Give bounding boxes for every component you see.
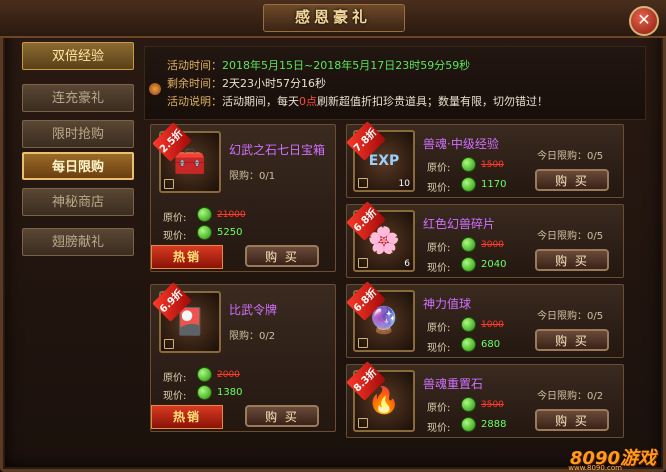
item-thumbnail[interactable]: 🧰 2.5折 — [152, 122, 221, 193]
original-price: 21000 — [217, 210, 246, 220]
sidebar-item-daily-limit[interactable]: 每日限购 — [22, 152, 134, 180]
daily-limit: 今日限购：0/5 — [537, 151, 604, 162]
original-price: 1000 — [481, 320, 504, 330]
item-card: 🎴 6.9折 比武令牌 限购：0/2 原价: 2000 现价: 1380 热销 … — [150, 282, 336, 432]
item-card: 🔮 6.8折 神力值球 原价: 1000 现价: 680 今日限购：0/5 购 … — [346, 281, 624, 358]
hot-sale-badge: 热销 — [151, 405, 223, 429]
original-price-label: 原价: — [163, 373, 187, 384]
original-price-label: 原价: — [427, 243, 451, 254]
currency-coin-icon — [461, 317, 476, 332]
event-info-box: 活动时间：2018年5月15日~2018年5月17日23时59分59秒 剩余时间… — [144, 46, 646, 120]
currency-coin-icon — [197, 207, 212, 222]
current-price: 2888 — [481, 419, 507, 430]
original-price: 3500 — [481, 400, 504, 410]
item-thumbnail[interactable]: 🔮 6.8折 — [346, 281, 415, 352]
event-desc-label: 活动说明： — [167, 95, 222, 108]
item-thumbnail[interactable]: 🔥 8.3折 — [346, 361, 415, 432]
purchase-limit: 限购：0/1 — [229, 171, 276, 182]
daily-limit: 今日限购：0/5 — [537, 311, 604, 322]
currency-coin-icon — [197, 385, 212, 400]
event-desc-row: 活动说明：活动期间，每天0点刷新超值折扣珍贵道具；数量有限，切勿错过！ — [167, 93, 548, 109]
item-card: 🔥 8.3折 兽魂重置石 原价: 3500 现价: 2888 今日限购：0/2 … — [346, 361, 624, 438]
item-name: 比武令牌 — [229, 303, 278, 317]
current-price-label: 现价: — [163, 231, 187, 242]
event-desc-post: 刷新超值折扣珍贵道具；数量有限，切勿错过！ — [317, 95, 548, 108]
bound-lock-icon — [164, 179, 174, 189]
currency-coin-icon — [461, 397, 476, 412]
bound-lock-icon — [358, 338, 368, 348]
currency-coin-icon — [461, 337, 476, 352]
bound-lock-icon — [164, 339, 174, 349]
buy-button[interactable]: 购 买 — [535, 329, 609, 351]
currency-coin-icon — [197, 225, 212, 240]
item-quantity: 10 — [398, 179, 410, 189]
remaining-time-value: 2天23小时57分16秒 — [222, 77, 326, 90]
event-time-row: 活动时间：2018年5月15日~2018年5月17日23时59分59秒 — [167, 57, 470, 73]
event-time-label: 活动时间： — [167, 59, 222, 72]
current-price: 1380 — [217, 387, 243, 398]
sidebar-item-wing-gift[interactable]: 翅膀献礼 — [22, 228, 134, 256]
buy-button[interactable]: 购 买 — [535, 409, 609, 431]
daily-limit: 今日限购：0/5 — [537, 231, 604, 242]
original-price: 2000 — [217, 370, 240, 380]
hot-sale-badge: 热销 — [151, 245, 223, 269]
original-price-label: 原价: — [427, 403, 451, 414]
event-desc-pre: 活动期间，每天 — [222, 95, 299, 108]
currency-coin-icon — [197, 367, 212, 382]
item-quantity: 6 — [404, 259, 410, 269]
item-card: 🌸 6.8折 6 红色幻兽碎片 原价: 3000 现价: 2040 今日限购：0… — [346, 201, 624, 278]
sidebar-item-mystery-shop[interactable]: 神秘商店 — [22, 188, 134, 216]
bound-lock-icon — [358, 418, 368, 428]
item-name: 红色幻兽碎片 — [423, 217, 496, 231]
currency-coin-icon — [461, 417, 476, 432]
buy-button[interactable]: 购 买 — [245, 245, 319, 267]
item-card: 🧰 2.5折 幻武之石七日宝箱 限购：0/1 原价: 21000 现价: 525… — [150, 122, 336, 272]
item-thumbnail[interactable]: 🌸 6.8折 6 — [346, 201, 415, 272]
item-thumbnail[interactable]: EXP 7.8折 10 — [346, 121, 415, 192]
remaining-time-label: 剩余时间： — [167, 77, 222, 90]
buy-button[interactable]: 购 买 — [245, 405, 319, 427]
current-price-label: 现价: — [427, 183, 451, 194]
current-price: 1170 — [481, 179, 507, 190]
sidebar-item-double-exp[interactable]: 双倍经验 — [22, 42, 134, 70]
site-logo-url: www.8090.com — [568, 464, 622, 472]
original-price-label: 原价: — [427, 323, 451, 334]
bound-lock-icon — [358, 178, 368, 188]
original-price: 1500 — [481, 160, 504, 170]
item-thumbnail[interactable]: 🎴 6.9折 — [152, 282, 221, 353]
currency-coin-icon — [461, 177, 476, 192]
current-price: 2040 — [481, 259, 507, 270]
event-time-value: 2018年5月15日~2018年5月17日23时59分59秒 — [222, 59, 471, 72]
close-button[interactable]: ✕ — [629, 6, 659, 36]
current-price-label: 现价: — [427, 423, 451, 434]
currency-coin-icon — [461, 237, 476, 252]
window-title: 感恩豪礼 — [294, 8, 371, 26]
info-flame-icon — [149, 83, 161, 95]
current-price-label: 现价: — [427, 343, 451, 354]
item-name: 兽魂重置石 — [423, 377, 484, 391]
buy-button[interactable]: 购 买 — [535, 249, 609, 271]
event-desc-highlight: 0点 — [299, 95, 317, 108]
remaining-time-row: 剩余时间：2天23小时57分16秒 — [167, 75, 326, 91]
purchase-limit: 限购：0/2 — [229, 331, 276, 342]
item-name: 神力值球 — [423, 297, 472, 311]
sidebar-item-flash-sale[interactable]: 限时抢购 — [22, 120, 134, 148]
currency-coin-icon — [461, 257, 476, 272]
item-name: 幻武之石七日宝箱 — [229, 143, 326, 157]
current-price: 5250 — [217, 227, 243, 238]
buy-button[interactable]: 购 买 — [535, 169, 609, 191]
current-price-label: 现价: — [427, 263, 451, 274]
daily-limit: 今日限购：0/2 — [537, 391, 604, 402]
item-card: EXP 7.8折 10 兽魂·中级经验 原价: 1500 现价: 1170 今日… — [346, 121, 624, 198]
current-price: 680 — [481, 339, 501, 350]
original-price: 3000 — [481, 240, 504, 250]
original-price-label: 原价: — [427, 163, 451, 174]
original-price-label: 原价: — [163, 213, 187, 224]
bound-lock-icon — [358, 258, 368, 268]
currency-coin-icon — [461, 157, 476, 172]
sidebar-item-recharge-gift[interactable]: 连充豪礼 — [22, 84, 134, 112]
item-name: 兽魂·中级经验 — [423, 137, 499, 151]
current-price-label: 现价: — [163, 391, 187, 402]
